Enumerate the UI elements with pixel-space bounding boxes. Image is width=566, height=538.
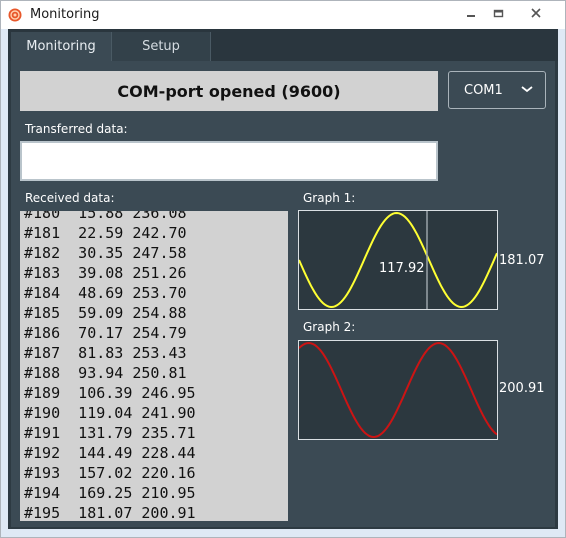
received-data-list[interactable]: #180 15.88 236.08 #181 22.59 242.70 #182 3… (20, 211, 288, 521)
list-item: #189 106.39 246.95 (24, 384, 196, 402)
window-title: Monitoring (30, 7, 100, 22)
list-item: #184 48.69 253.70 (24, 284, 187, 302)
graph2-svg (299, 341, 497, 439)
graph1-plot: 117.92 (298, 210, 498, 310)
client-area: Monitoring Setup COM-port opened (9600) … (8, 29, 558, 529)
received-rows: #180 15.88 236.08 #181 22.59 242.70 #182 3… (20, 211, 280, 521)
list-item: #181 22.59 242.70 (24, 224, 187, 242)
list-item: #188 93.94 250.81 (24, 364, 187, 382)
graph1-waveform (299, 211, 497, 309)
graph2-current-value: 200.91 (499, 381, 545, 396)
list-item: #190 119.04 241.90 (24, 404, 196, 422)
graph2-plot (298, 340, 498, 440)
received-label: Received data: (25, 191, 115, 205)
com-port-value: COM1 (464, 83, 503, 98)
graph1-current-value: 181.07 (499, 253, 545, 268)
close-icon (531, 8, 541, 18)
monitoring-pane: COM-port opened (9600) COM1 Transferred … (11, 61, 555, 527)
com-port-dropdown[interactable]: COM1 (448, 71, 546, 109)
list-item: #195 181.07 200.91 (24, 504, 196, 521)
minimize-icon (467, 15, 475, 17)
list-item: #191 131.79 235.71 (24, 424, 196, 442)
app-icon (8, 8, 22, 22)
list-item: #185 59.09 254.88 (24, 304, 187, 322)
minimize-button[interactable] (460, 4, 482, 22)
tab-setup[interactable]: Setup (111, 32, 211, 61)
transferred-data-input[interactable] (20, 141, 438, 181)
list-item: #192 144.49 228.44 (24, 444, 196, 462)
list-item: #180 15.88 236.08 (24, 211, 187, 222)
list-item: #182 30.35 247.58 (24, 244, 187, 262)
list-item: #187 81.83 253.43 (24, 344, 187, 362)
graph1-cursor-value: 117.92 (379, 261, 425, 276)
graph2-label: Graph 2: (303, 320, 356, 334)
title-bar[interactable]: Monitoring (1, 1, 565, 29)
list-item: #186 70.17 254.79 (24, 324, 187, 342)
list-item: #193 157.02 220.16 (24, 464, 196, 482)
tab-strip: Monitoring Setup (8, 29, 558, 61)
tab-monitoring[interactable]: Monitoring (11, 32, 111, 61)
graph1-svg (299, 211, 497, 309)
list-item: #194 169.25 210.95 (24, 484, 196, 502)
list-item: #183 39.08 251.26 (24, 264, 187, 282)
app-window: Monitoring Monitoring Setup COM-port ope… (0, 0, 566, 538)
restore-button[interactable] (487, 4, 509, 22)
restore-icon (493, 9, 503, 18)
graph2-waveform (299, 341, 497, 439)
transferred-label: Transferred data: (25, 122, 128, 136)
port-status-banner: COM-port opened (9600) (20, 71, 438, 111)
chevron-down-icon (521, 86, 533, 93)
graph1-label: Graph 1: (303, 191, 356, 205)
close-button[interactable] (525, 4, 547, 22)
